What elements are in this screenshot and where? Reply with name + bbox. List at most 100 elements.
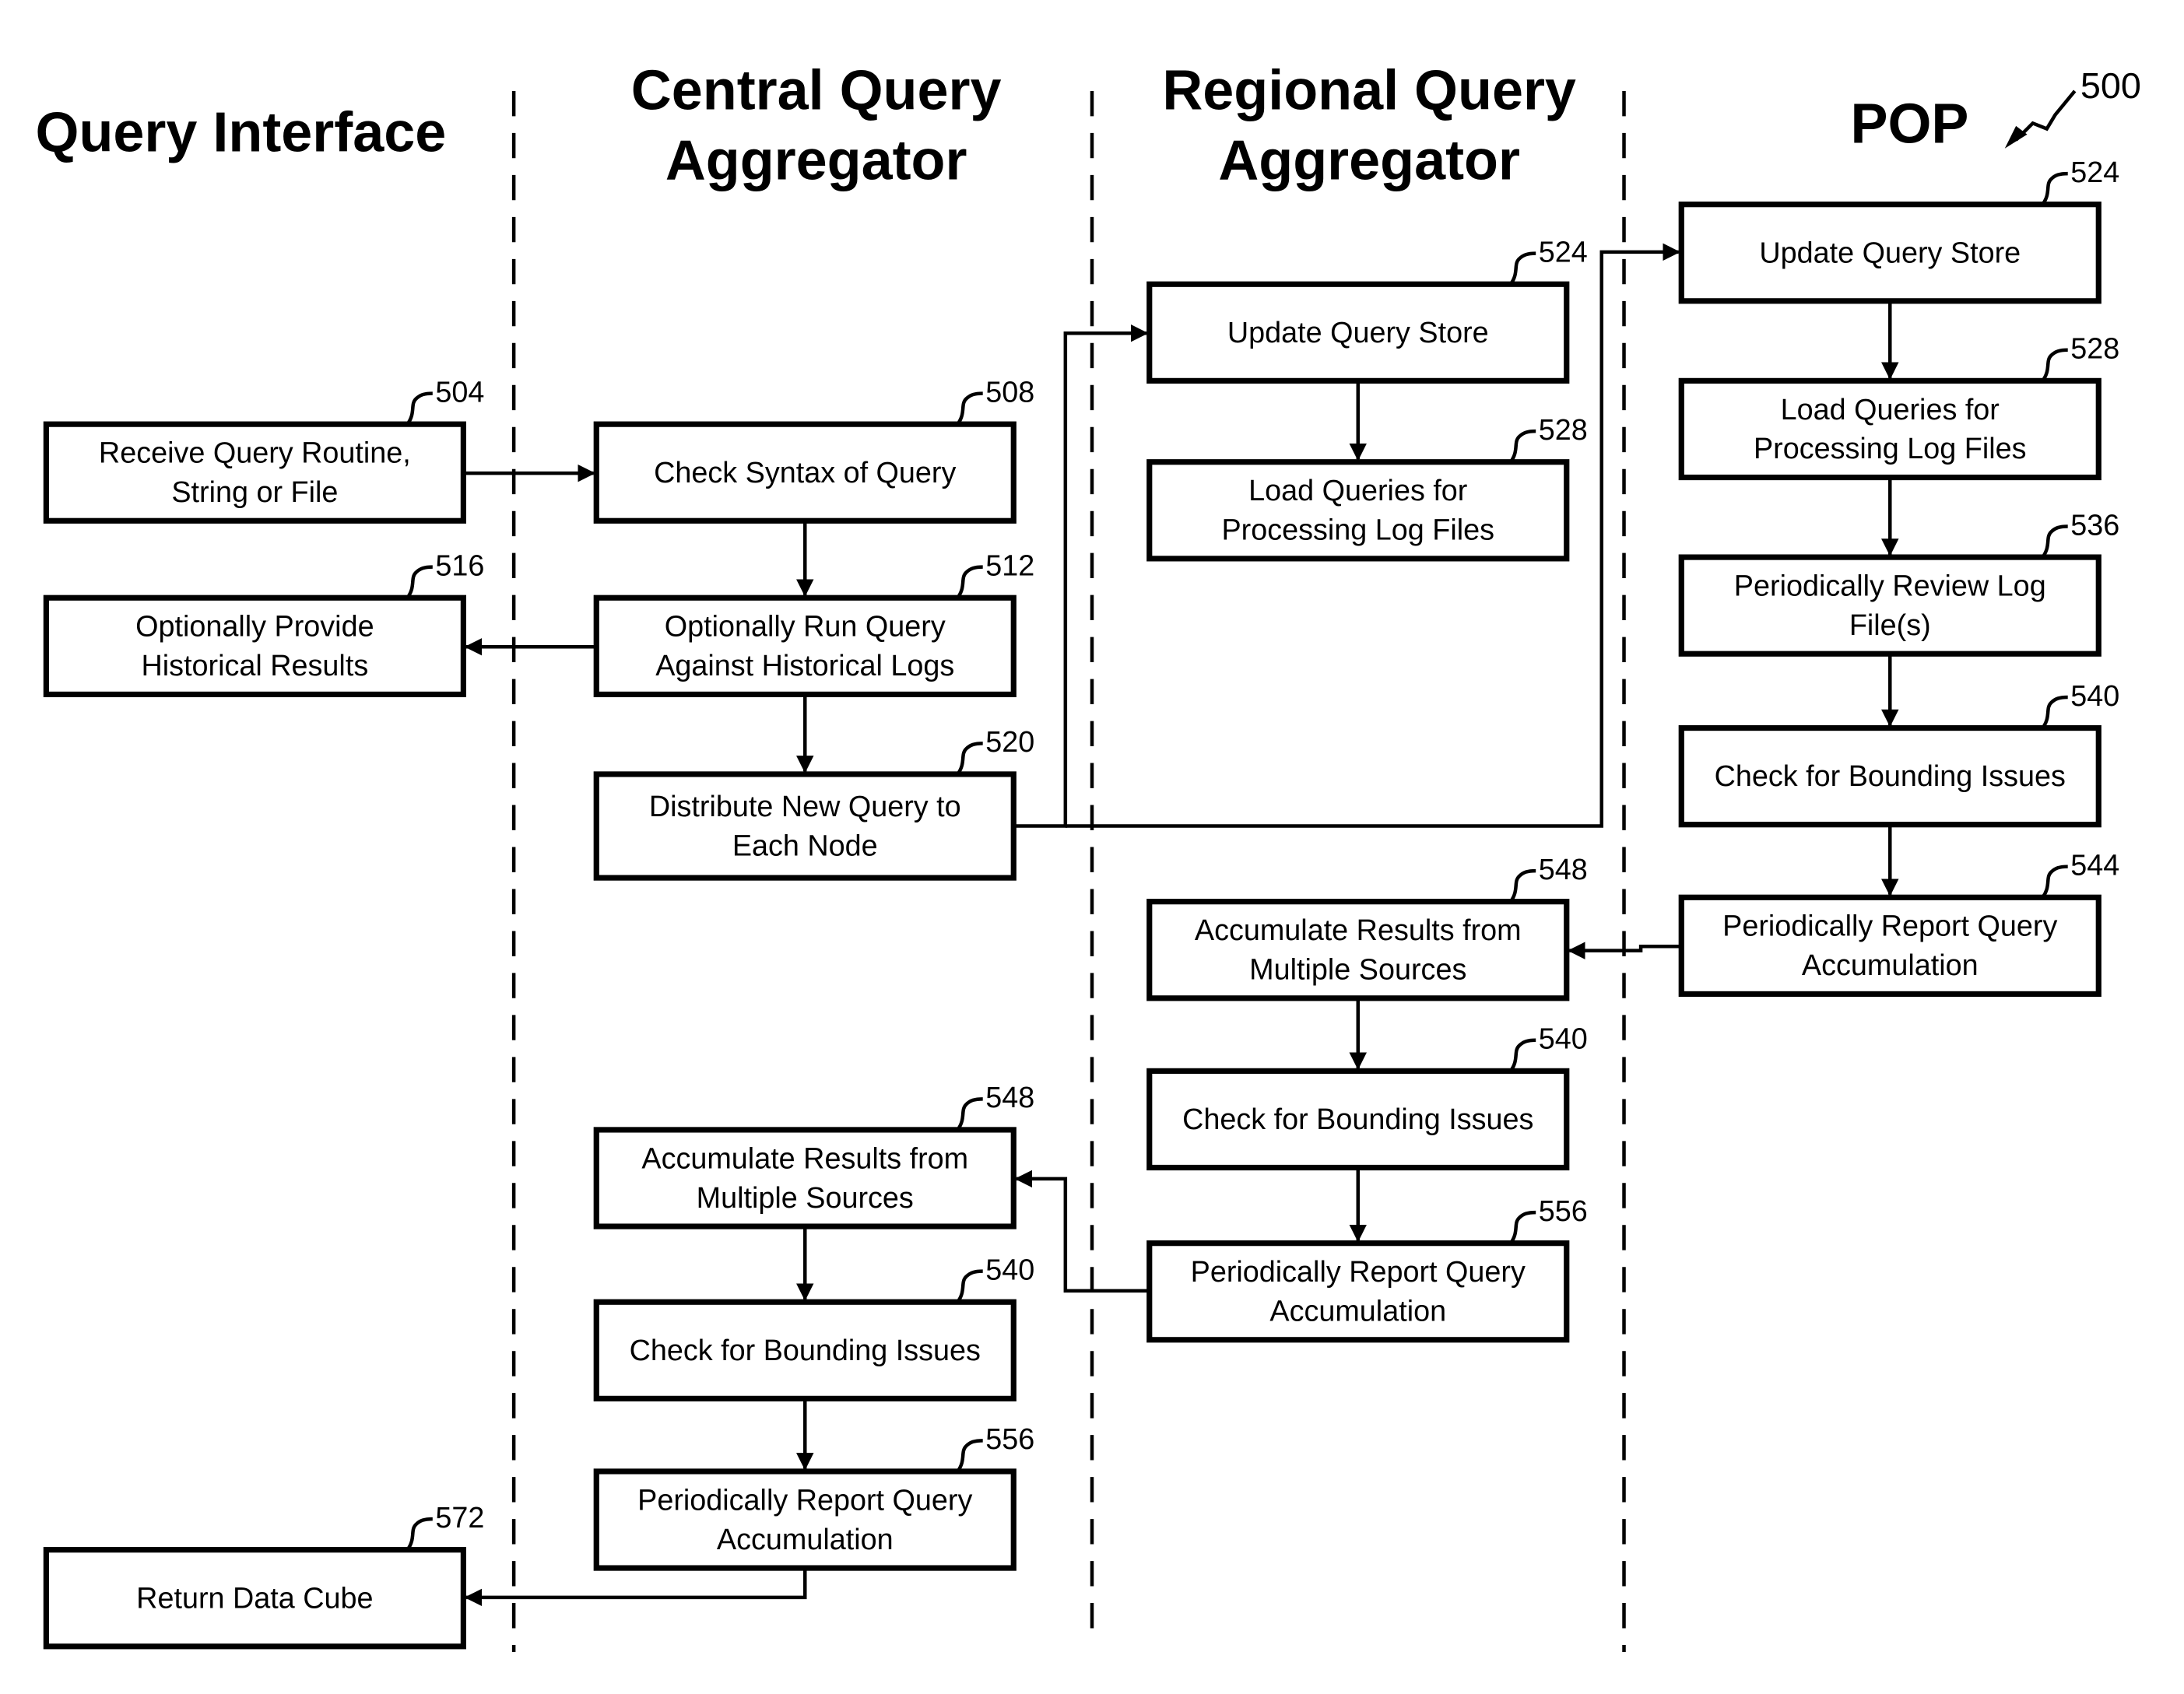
ref-leader-line: [1508, 429, 1536, 464]
process-box-label: Accumulation: [1269, 1296, 1446, 1328]
ref-leader-line: [1508, 251, 1536, 286]
ref-number: 508: [985, 376, 1034, 409]
process-box-label: Periodically Report Query: [1191, 1256, 1526, 1289]
process-box-label: Multiple Sources: [697, 1182, 914, 1215]
process-box-label: Accumulation: [717, 1524, 894, 1556]
process-box-pop-536[interactable]: Periodically Review Log File(s) 536: [1678, 509, 2119, 657]
ref-number: 548: [1539, 854, 1588, 886]
ref-number: 540: [1539, 1023, 1588, 1056]
process-box-label: Check for Bounding Issues: [1715, 760, 2066, 793]
ref-leader-line: [956, 1439, 983, 1473]
ref-number: 544: [2070, 849, 2119, 882]
process-box-label: Receive Query Routine,: [99, 437, 411, 470]
process-box-label: Periodically Report Query: [1722, 910, 2057, 943]
ref-number: 524: [1539, 236, 1588, 268]
ref-number: 524: [2070, 156, 2119, 189]
process-box-label: Load Queries for: [1248, 475, 1467, 507]
process-box-rqa-556[interactable]: Periodically Report Query Accumulation 556: [1146, 1195, 1588, 1343]
process-box-label: String or File: [171, 476, 338, 509]
process-box-label: Periodically Review Log: [1734, 570, 2046, 603]
ref-leader-line: [406, 565, 433, 599]
process-box-pop-528[interactable]: Load Queries for Processing Log Files 528: [1678, 333, 2119, 481]
figure-ref-number: 500: [2080, 65, 2141, 106]
ref-number: 540: [2070, 680, 2119, 713]
process-box-label: Multiple Sources: [1249, 954, 1466, 987]
lane-title-central-query-aggregator: Central Query: [631, 59, 1002, 121]
connector-rqa-556-to-cqa-548: [1014, 1170, 1150, 1293]
lane-title-regional-query-aggregator: Regional Query: [1162, 59, 1576, 121]
process-box-label: Return Data Cube: [136, 1582, 373, 1615]
ref-leader-line: [956, 565, 983, 599]
lane-title-regional-query-aggregator: Aggregator: [1218, 129, 1520, 191]
ref-number: 548: [985, 1082, 1034, 1114]
ref-leader-line: [2041, 695, 2068, 729]
process-box-pop-540[interactable]: Check for Bounding Issues 540: [1678, 680, 2119, 828]
lane-title-query-interface: Query Interface: [36, 101, 447, 163]
ref-number: 556: [985, 1423, 1034, 1456]
ref-leader-line: [1508, 868, 1536, 903]
process-box-qi-504[interactable]: Receive Query Routine, String or File 504: [43, 376, 484, 524]
process-box-label: Each Node: [732, 829, 878, 862]
process-box-rqa-540[interactable]: Check for Bounding Issues 540: [1146, 1023, 1588, 1171]
figure-reference: 500: [2004, 65, 2141, 149]
process-box-label: Optionally Provide: [135, 611, 374, 644]
ref-number: 512: [985, 549, 1034, 582]
flow-diagram: Query InterfaceCentral QueryAggregatorRe…: [36, 59, 2141, 1653]
process-box-label: Against Historical Logs: [655, 650, 954, 682]
process-box-qi-516[interactable]: Optionally Provide Historical Results 516: [43, 549, 484, 697]
process-box-label: File(s): [1849, 609, 1931, 642]
process-box-cqa-512[interactable]: Optionally Run Query Against Historical L…: [593, 549, 1034, 697]
process-box-label: Optionally Run Query: [665, 611, 946, 644]
process-box-cqa-556[interactable]: Periodically Report Query Accumulation 556: [593, 1423, 1034, 1571]
process-box-label: Update Query Store: [1227, 317, 1489, 349]
process-box-pop-544[interactable]: Periodically Report Query Accumulation 544: [1678, 849, 2119, 998]
ref-leader-line: [2041, 171, 2068, 206]
ref-number: 504: [435, 376, 484, 409]
lane-titles: Query Interface Central Query Aggregator Re…: [36, 59, 1969, 191]
ref-leader-line: [2041, 865, 2068, 899]
ref-number: 540: [985, 1254, 1034, 1286]
process-box-label: Processing Log Files: [1754, 433, 2027, 465]
ref-number: 520: [985, 726, 1034, 759]
process-box-label: Accumulate Results from: [1195, 914, 1522, 947]
ref-leader-line: [956, 1269, 983, 1303]
process-box-label: Check for Bounding Issues: [1182, 1103, 1533, 1136]
process-box-rqa-524[interactable]: Update Query Store 524: [1146, 236, 1588, 384]
ref-leader-line: [1508, 1210, 1536, 1245]
process-boxes: Receive Query Routine, String or File 504 O…: [43, 156, 2119, 1650]
process-box-label: Historical Results: [142, 650, 369, 682]
process-box-qi-572[interactable]: Return Data Cube 572: [43, 1502, 484, 1650]
process-box-cqa-540[interactable]: Check for Bounding Issues 540: [593, 1254, 1034, 1401]
ref-number: 536: [2070, 509, 2119, 542]
lane-title-pop: POP: [1851, 93, 1969, 156]
figure-ref-arrowhead-icon: [2004, 125, 2028, 149]
process-box-cqa-508[interactable]: Check Syntax of Query 508: [593, 376, 1034, 524]
process-box-label: Distribute New Query to: [649, 791, 961, 823]
process-box-rqa-528[interactable]: Load Queries for Processing Log Files 528: [1146, 414, 1588, 562]
ref-leader-line: [406, 1517, 433, 1552]
ref-number: 516: [435, 549, 484, 582]
process-box-label: Accumulate Results from: [641, 1142, 968, 1175]
ref-number: 528: [1539, 414, 1588, 447]
ref-leader-line: [956, 1097, 983, 1131]
process-box-label: Accumulation: [1802, 949, 1979, 982]
ref-number: 528: [2070, 333, 2119, 366]
ref-leader-line: [2041, 348, 2068, 382]
process-box-label: Load Queries for: [1781, 394, 2000, 426]
ref-number: 556: [1539, 1195, 1588, 1228]
lane-title-central-query-aggregator: Aggregator: [665, 129, 967, 191]
process-box-cqa-520[interactable]: Distribute New Query to Each Node 520: [593, 726, 1034, 881]
process-box-label: Update Query Store: [1759, 237, 2021, 269]
ref-leader-line: [2041, 524, 2068, 559]
ref-leader-line: [956, 742, 983, 776]
connector-cqa-556-to-qi-572: [464, 1568, 807, 1607]
process-box-label: Processing Log Files: [1221, 514, 1494, 547]
process-box-label: Periodically Report Query: [637, 1484, 972, 1517]
process-box-cqa-548[interactable]: Accumulate Results from Multiple Sources 5…: [593, 1082, 1034, 1229]
ref-leader-line: [956, 391, 983, 426]
process-box-label: Check Syntax of Query: [654, 457, 956, 489]
process-box-pop-524[interactable]: Update Query Store 524: [1678, 156, 2119, 304]
process-box-rqa-548[interactable]: Accumulate Results from Multiple Sources 5…: [1146, 854, 1588, 1001]
ref-leader-line: [1508, 1038, 1536, 1072]
process-box-label: Check for Bounding Issues: [630, 1335, 981, 1367]
